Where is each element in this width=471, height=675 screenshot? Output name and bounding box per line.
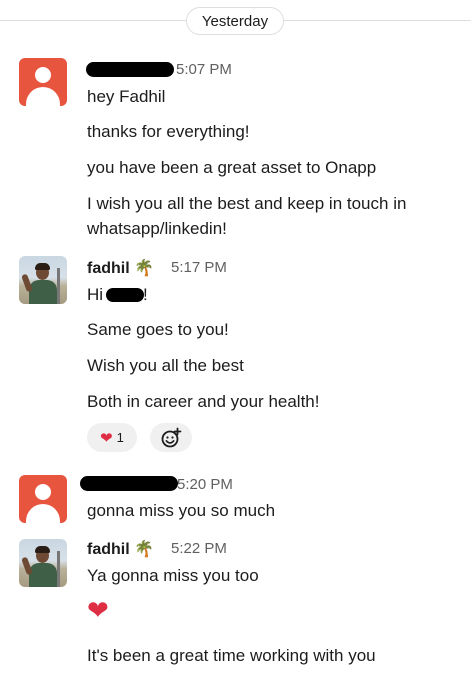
message-text: I wish you all the best and keep in touc… — [87, 194, 407, 213]
sender-name[interactable]: fadhil 🌴 — [87, 539, 154, 559]
redacted-text — [106, 288, 144, 302]
reaction-pill[interactable]: ❤ 1 — [87, 423, 137, 452]
date-divider-label[interactable]: Yesterday — [186, 7, 284, 35]
avatar-photo-detail — [29, 563, 57, 587]
avatar-photo-detail — [57, 551, 60, 587]
message-timestamp[interactable]: 5:22 PM — [171, 540, 227, 557]
message-text: Hi — [87, 285, 104, 304]
message-timestamp[interactable]: 5:07 PM — [176, 61, 232, 78]
message-timestamp[interactable]: 5:17 PM — [171, 259, 227, 276]
avatar[interactable] — [19, 475, 67, 523]
message-text: thanks for everything! — [87, 122, 250, 141]
message-text: ! — [143, 285, 148, 304]
sender-name[interactable]: fadhil 🌴 — [87, 258, 154, 278]
message-text: Wish you all the best — [87, 356, 244, 375]
message-text: Same goes to you! — [87, 320, 229, 339]
add-reaction-button[interactable] — [150, 423, 192, 452]
avatar-head-shape — [35, 484, 51, 500]
message-text: Ya gonna miss you too — [87, 566, 259, 585]
redacted-sender-name[interactable] — [86, 62, 174, 77]
avatar-photo-detail — [29, 280, 57, 304]
avatar-body-shape — [26, 504, 60, 523]
reaction-count: 1 — [116, 430, 124, 445]
sender-name-text[interactable]: fadhil — [87, 260, 130, 277]
palm-tree-icon[interactable]: 🌴 — [134, 541, 154, 558]
message-text: whatsapp/linkedin! — [87, 219, 227, 238]
sender-name-text[interactable]: fadhil — [87, 541, 130, 558]
avatar-photo-detail — [35, 263, 50, 270]
add-reaction-icon — [161, 427, 182, 447]
message-timestamp[interactable]: 5:20 PM — [177, 476, 233, 493]
heart-icon: ❤ — [100, 429, 113, 447]
message-text: gonna miss you so much — [87, 501, 276, 520]
message-text: Both in career and your health! — [87, 392, 320, 411]
message-text: hey Fadhil — [87, 87, 166, 106]
avatar-body-shape — [26, 87, 60, 106]
message-text: you have been a great asset to Onapp — [87, 158, 377, 177]
redacted-sender-name[interactable] — [80, 476, 178, 491]
avatar[interactable] — [19, 58, 67, 106]
heart-icon: ❤ — [87, 595, 109, 625]
avatar-head-shape — [35, 67, 51, 83]
avatar[interactable] — [19, 539, 67, 587]
avatar-photo-detail — [57, 268, 60, 304]
avatar-photo-detail — [35, 546, 50, 553]
palm-tree-icon[interactable]: 🌴 — [134, 260, 154, 277]
message-text: It's been a great time working with you — [87, 646, 376, 665]
avatar[interactable] — [19, 256, 67, 304]
